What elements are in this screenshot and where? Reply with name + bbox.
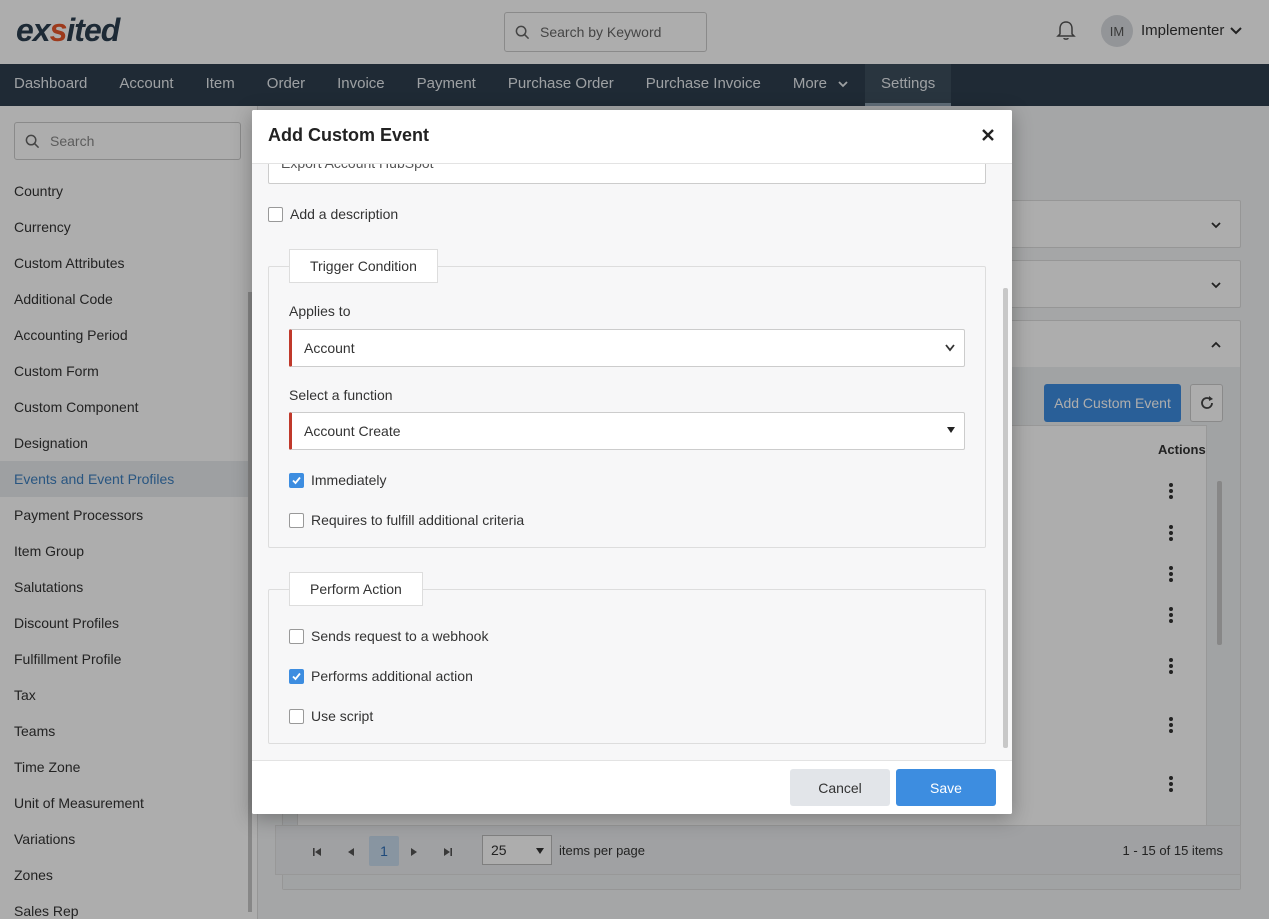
additional-action-label: Performs additional action <box>311 668 473 684</box>
caret-down-icon <box>947 427 955 433</box>
applies-to-select[interactable]: Account <box>289 329 965 367</box>
use-script-checkbox[interactable] <box>289 708 304 724</box>
checkmark-icon <box>292 476 301 484</box>
additional-action-option[interactable]: Performs additional action <box>289 668 473 684</box>
add-description-label: Add a description <box>290 206 399 222</box>
save-button[interactable]: Save <box>896 769 996 806</box>
additional-criteria-option[interactable]: Requires to fulfill additional criteria <box>289 512 524 528</box>
applies-to-label: Applies to <box>289 303 351 319</box>
cancel-button[interactable]: Cancel <box>790 769 890 806</box>
chevron-down-icon <box>945 344 955 352</box>
perform-action-section: Perform Action Sends request to a webhoo… <box>268 572 986 744</box>
use-script-option[interactable]: Use script <box>289 708 373 724</box>
immediately-checkbox[interactable] <box>289 472 304 488</box>
event-name-field[interactable]: Export Account HubSpot <box>268 164 986 184</box>
additional-action-checkbox[interactable] <box>289 668 304 684</box>
function-label: Select a function <box>289 387 393 403</box>
dialog-title: Add Custom Event <box>268 125 430 145</box>
trigger-condition-section: Trigger Condition Applies to Account Sel… <box>268 249 986 548</box>
additional-criteria-checkbox[interactable] <box>289 512 304 528</box>
immediately-option[interactable]: Immediately <box>289 472 386 488</box>
dialog-header: Add Custom Event <box>252 110 1012 164</box>
perform-action-legend: Perform Action <box>289 572 423 606</box>
add-description-option[interactable]: Add a description <box>268 206 398 222</box>
dialog-footer: Cancel Save <box>252 760 1012 814</box>
webhook-label: Sends request to a webhook <box>311 628 489 644</box>
trigger-condition-legend: Trigger Condition <box>289 249 438 283</box>
immediately-label: Immediately <box>311 472 387 488</box>
use-script-label: Use script <box>311 708 374 724</box>
webhook-checkbox[interactable] <box>289 628 304 644</box>
webhook-option[interactable]: Sends request to a webhook <box>289 628 488 644</box>
dialog-scrollbar[interactable] <box>1003 288 1008 748</box>
function-select[interactable]: Account Create <box>289 412 965 450</box>
checkmark-icon <box>292 672 301 680</box>
add-description-checkbox[interactable] <box>268 206 283 222</box>
additional-criteria-label: Requires to fulfill additional criteria <box>311 512 525 528</box>
close-icon[interactable] <box>980 127 996 143</box>
add-custom-event-dialog: Add Custom Event Export Account HubSpot … <box>252 110 1012 814</box>
dialog-body: Export Account HubSpot Add a description… <box>252 164 1012 760</box>
